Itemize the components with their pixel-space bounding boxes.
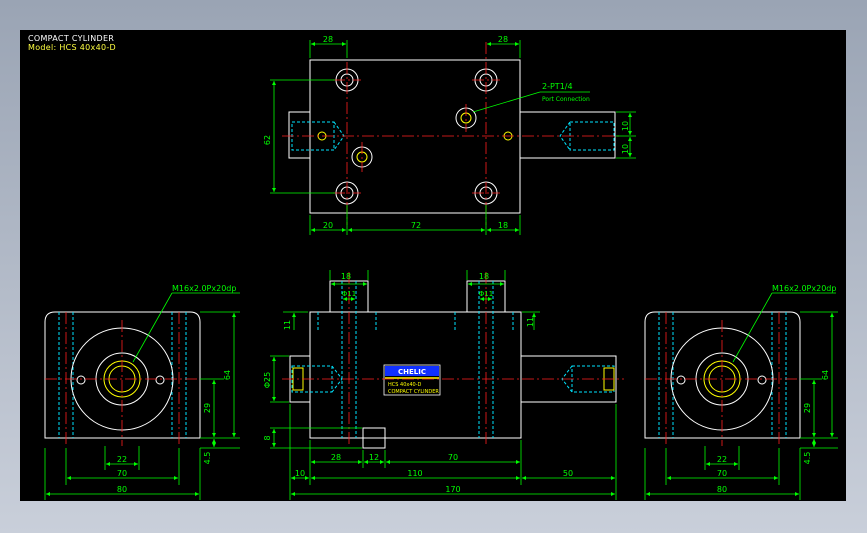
top-dim-20: 20 xyxy=(323,221,333,230)
front-dim-rod-dia: Φ25 xyxy=(263,372,272,388)
front-dim-8: 8 xyxy=(263,435,272,440)
front-dim-70: 70 xyxy=(448,453,458,462)
left-dim-64: 64 xyxy=(223,370,232,380)
left-side-body xyxy=(44,311,201,439)
front-dim-11-left: 11 xyxy=(283,320,292,330)
cad-drawing: 28 28 62 20 72 18 10 10 2-PT1/4 Port Con… xyxy=(44,35,838,500)
side-view-left: M16x2.0Px20dp 64 29 4.5 22 70 80 xyxy=(44,284,240,500)
front-dim-10: 10 xyxy=(295,469,305,478)
front-dim-12: 12 xyxy=(369,453,379,462)
right-dim-70: 70 xyxy=(717,469,727,478)
nameplate-model: HCS 40x40-D xyxy=(388,382,422,388)
right-dim-64: 64 xyxy=(821,370,830,380)
front-dim-28: 28 xyxy=(331,453,341,462)
top-dim-62: 62 xyxy=(263,135,272,145)
top-dim-10-a: 10 xyxy=(621,121,630,131)
front-view: CHELIC HCS 40x40-D COMPACT CYLINDER 18 1… xyxy=(263,270,624,500)
top-dim-10-b: 10 xyxy=(621,144,630,154)
top-dim-18: 18 xyxy=(498,221,508,230)
front-dim-170: 170 xyxy=(445,485,460,494)
side-view-right: M16x2.0Px20dp 64 29 4.5 22 70 80 xyxy=(644,284,838,500)
right-dim-80: 80 xyxy=(717,485,727,494)
front-dim-50: 50 xyxy=(563,469,573,478)
left-dim-80: 80 xyxy=(117,485,127,494)
right-dim-4-5: 4.5 xyxy=(803,452,812,465)
left-dim-29: 29 xyxy=(203,403,212,413)
right-dim-22: 22 xyxy=(717,455,727,464)
top-dim-28-left: 28 xyxy=(323,35,333,44)
right-side-body xyxy=(644,311,801,439)
port-caption: Port Connection xyxy=(542,96,590,103)
top-view-rod xyxy=(519,111,616,159)
top-dim-72: 72 xyxy=(411,221,421,230)
front-dim-110: 110 xyxy=(407,469,422,478)
port-callout: 2-PT1/4 xyxy=(542,82,573,91)
front-dim-phi11-right: Φ11 xyxy=(479,290,493,298)
left-thread-callout: M16x2.0Px20dp xyxy=(172,284,236,293)
nameplate-brand: CHELIC xyxy=(398,368,426,376)
left-dim-22: 22 xyxy=(117,455,127,464)
front-dim-11-right: 11 xyxy=(526,317,535,327)
top-view: 28 28 62 20 72 18 10 10 2-PT1/4 Port Con… xyxy=(263,35,636,235)
cad-viewport[interactable]: COMPACT CYLINDER Model: HCS 40x40-D 28 2… xyxy=(20,30,846,501)
right-thread-callout: M16x2.0Px20dp xyxy=(772,284,836,293)
left-dim-4-5: 4.5 xyxy=(203,452,212,465)
top-dim-28-right: 28 xyxy=(498,35,508,44)
nameplate: CHELIC HCS 40x40-D COMPACT CYLINDER xyxy=(383,364,441,396)
front-dim-18-right: 18 xyxy=(479,272,489,281)
front-dim-phi11-left: Φ11 xyxy=(342,290,356,298)
nameplate-desc: COMPACT CYLINDER xyxy=(388,389,439,395)
left-dim-70: 70 xyxy=(117,469,127,478)
right-dim-29: 29 xyxy=(803,403,812,413)
front-dim-18-left: 18 xyxy=(341,272,351,281)
